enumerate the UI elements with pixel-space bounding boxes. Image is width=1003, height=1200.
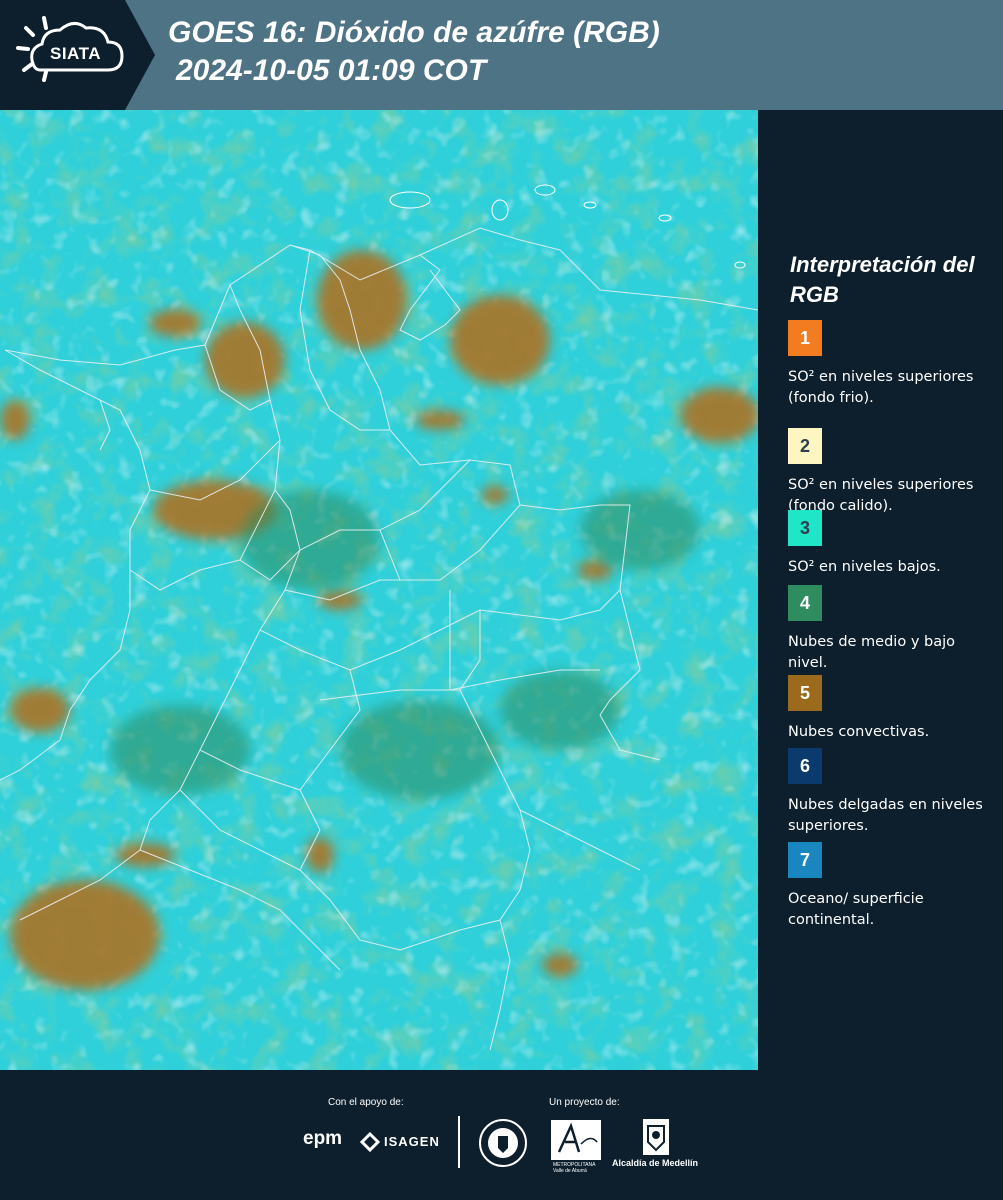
satellite-map xyxy=(0,110,758,1070)
legend-label: Nubes convectivas. xyxy=(788,724,930,740)
alcaldia-label: Alcaldía de Medellín xyxy=(612,1158,699,1168)
legend-item: 7 Oceano/ superficie continental. xyxy=(788,842,993,931)
epm-logo: epm xyxy=(303,1128,343,1149)
metro-label: METROPOLITANA Valle de Aburrá xyxy=(553,1162,595,1174)
legend-item: 3 SO² en niveles bajos. xyxy=(788,510,993,578)
legend-item: 6 Nubes delgadas en niveles superiores. xyxy=(788,748,993,837)
page-timestamp: 2024-10-05 01:09 COT xyxy=(176,54,487,87)
satellite-image xyxy=(0,110,758,1070)
medellin-seal-icon xyxy=(479,1119,527,1167)
legend-label: Nubes de medio y bajo nivel. xyxy=(788,634,955,671)
legend-item: 1 SO² en niveles superiores (fondo frio). xyxy=(788,320,993,409)
support-label: Con el apoyo de: xyxy=(328,1097,404,1108)
area-metropolitana-logo xyxy=(551,1120,601,1160)
rgb-legend: Interpretación del RGB 1 SO² en niveles s… xyxy=(760,110,1003,1070)
legend-title: Interpretación del RGB xyxy=(790,252,975,307)
footer-divider xyxy=(458,1116,460,1168)
legend-label: Nubes delgadas en niveles superiores. xyxy=(788,797,983,834)
page-title: GOES 16: Dióxido de azúfre (RGB) xyxy=(168,16,660,49)
legend-label: SO² en niveles bajos. xyxy=(788,559,941,575)
legend-swatch: 7 xyxy=(788,842,822,878)
legend-swatch: 4 xyxy=(788,585,822,621)
isagen-icon xyxy=(360,1132,380,1152)
legend-item: 5 Nubes convectivas. xyxy=(788,675,993,743)
legend-label: Oceano/ superficie continental. xyxy=(788,891,924,928)
logo-text: SIATA xyxy=(50,44,101,63)
legend-swatch: 6 xyxy=(788,748,822,784)
legend-label: SO² en niveles superiores (fondo frio). xyxy=(788,369,974,406)
metro-label-line2: Valle de Aburrá xyxy=(553,1168,587,1174)
legend-swatch: 5 xyxy=(788,675,822,711)
project-label: Un proyecto de: xyxy=(549,1097,620,1108)
legend-swatch: 1 xyxy=(788,320,822,356)
legend-swatch: 3 xyxy=(788,510,822,546)
legend-item: 2 SO² en niveles superiores (fondo calido… xyxy=(788,428,993,517)
alcaldia-shield-icon xyxy=(643,1119,669,1155)
legend-swatch: 2 xyxy=(788,428,822,464)
legend-item: 4 Nubes de medio y bajo nivel. xyxy=(788,585,993,674)
header-bar: SIATA GOES 16: Dióxido de azúfre (RGB) 2… xyxy=(0,0,1003,110)
footer: Con el apoyo de: Un proyecto de: epm ISA… xyxy=(0,1070,1003,1200)
isagen-logo: ISAGEN xyxy=(384,1134,440,1149)
siata-logo: SIATA xyxy=(0,0,155,110)
